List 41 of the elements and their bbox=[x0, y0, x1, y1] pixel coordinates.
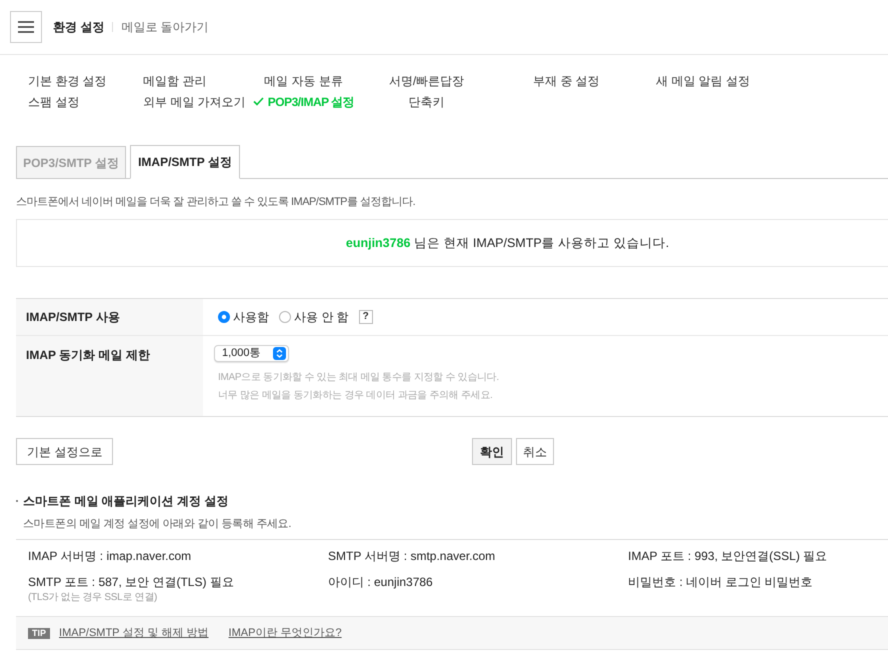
settings-nav-link[interactable]: 부재 중 설정 bbox=[533, 72, 600, 90]
account-info-note: (TLS가 없는 경우 SSL로 연결) bbox=[28, 591, 158, 604]
account-info-text: SMTP 포트 : 587, 보안 연결(TLS) 필요 bbox=[28, 574, 234, 591]
row-label-cell: IMAP 동기화 메일 제한 bbox=[16, 336, 203, 416]
tab[interactable]: IMAP/SMTP 설정 bbox=[130, 145, 240, 179]
select-dropdown[interactable]: 1,000통 bbox=[214, 345, 289, 362]
section-subtitle: 스마트폰의 메일 계정 설정에 아래와 같이 등록해 주세요. bbox=[23, 517, 292, 531]
settings-nav-link[interactable]: 메일함 관리 bbox=[143, 72, 206, 90]
stepper-arrows-icon bbox=[273, 347, 286, 360]
menu-icon bbox=[18, 21, 34, 33]
settings-nav-link[interactable]: 새 메일 알림 설정 bbox=[656, 72, 750, 90]
row-label-cell: IMAP/SMTP 사용 bbox=[16, 299, 203, 335]
settings-nav-link[interactable]: 단축키 bbox=[408, 92, 444, 110]
account-info-text: IMAP 포트 : 993, 보안연결(SSL) 필요 bbox=[628, 548, 828, 565]
section-title: 스마트폰 메일 애플리케이션 계정 설정 bbox=[23, 493, 228, 510]
cancel-button[interactable]: 취소 bbox=[516, 438, 554, 465]
check-icon bbox=[252, 97, 264, 106]
page-title: 환경 설정 bbox=[53, 19, 104, 36]
description-text: 스마트폰에서 네이버 메일을 더욱 잘 관리하고 쓸 수 있도록 IMAP/SMTP를 설정합니다. bbox=[16, 195, 416, 209]
settings-nav-link[interactable]: 기본 환경 설정 bbox=[28, 72, 107, 90]
help-button[interactable]: ? bbox=[358, 310, 373, 324]
tip-badge: TIP bbox=[28, 628, 50, 638]
confirm-button[interactable]: 확인 bbox=[472, 438, 512, 465]
account-info-text: SMTP 서버명 : smtp.naver.com bbox=[328, 548, 496, 565]
account-info-text: 아이디 : eunjin3786 bbox=[328, 574, 433, 591]
menu-button[interactable] bbox=[10, 11, 42, 43]
account-info-text: 비밀번호 : 네이버 로그인 비밀번호 bbox=[628, 574, 813, 591]
account-info-text: IMAP 서버명 : imap.naver.com bbox=[28, 548, 192, 565]
reset-defaults-button[interactable]: 기본 설정으로 bbox=[16, 438, 114, 465]
settings-nav-link[interactable]: 스팸 설정 bbox=[28, 92, 80, 110]
back-to-mail-link[interactable]: 메일로 돌아가기 bbox=[121, 18, 209, 36]
help-link[interactable]: IMAP/SMTP 설정 및 해제 방법 bbox=[59, 624, 209, 642]
settings-nav-link[interactable]: 메일 자동 분류 bbox=[264, 72, 343, 90]
settings-nav-link[interactable]: 외부 메일 가져오기 bbox=[143, 92, 246, 110]
radio-option[interactable]: 사용함 bbox=[218, 308, 269, 326]
status-message: eunjin3786 님은 현재 IMAP/SMTP를 사용하고 있습니다. bbox=[346, 234, 670, 252]
radio-option[interactable]: 사용 안 함 bbox=[279, 308, 349, 326]
help-link[interactable]: IMAP이란 무엇인가요? bbox=[228, 624, 342, 642]
help-text: 너무 많은 메일을 동기화하는 경우 데이터 과금을 주의해 주세요. bbox=[218, 389, 493, 403]
help-text: IMAP으로 동기화할 수 있는 최대 메일 통수를 지정할 수 있습니다. bbox=[218, 371, 499, 385]
settings-nav-link[interactable]: 서명/빠른답장 bbox=[388, 72, 464, 90]
